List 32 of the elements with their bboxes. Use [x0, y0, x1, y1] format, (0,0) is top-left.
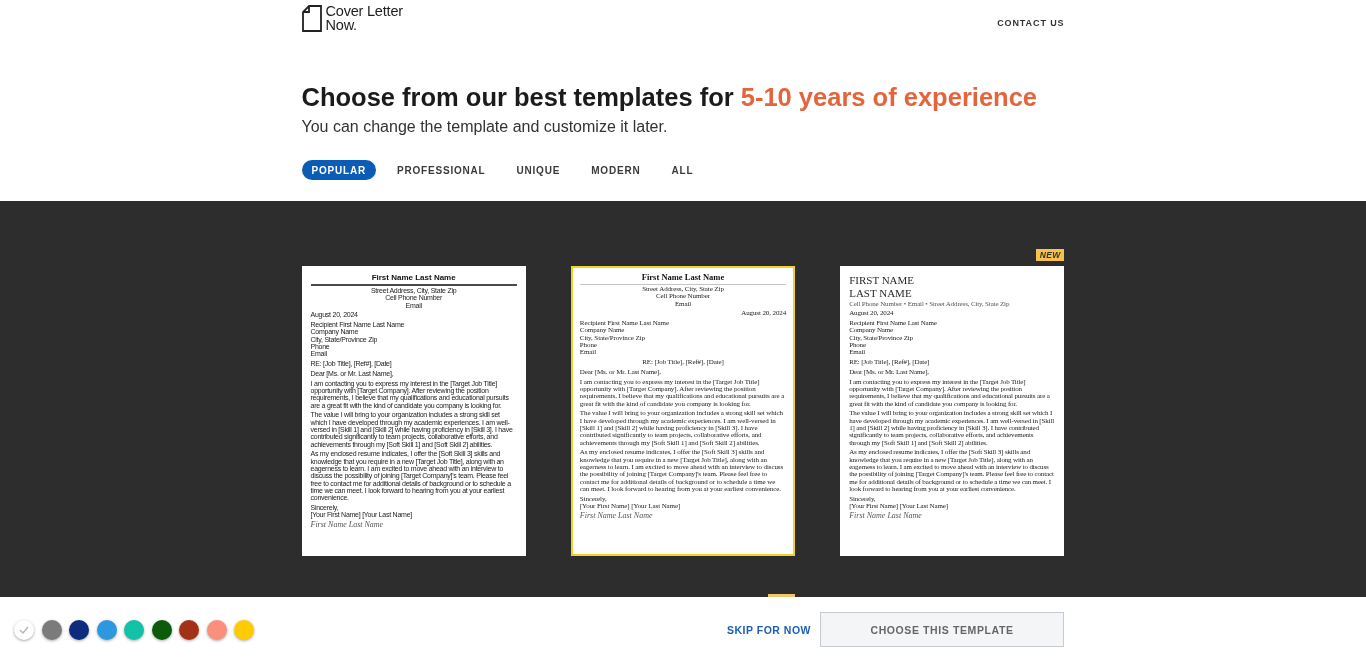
new-badge: NEW: [1035, 249, 1065, 261]
page-title: Choose from our best templates for 5-10 years of experience: [301, 82, 1038, 112]
color-swatch[interactable]: [69, 619, 89, 640]
category-tab[interactable]: POPULAR: [301, 160, 376, 180]
color-swatch[interactable]: [179, 619, 199, 640]
color-swatch[interactable]: [206, 619, 227, 640]
choose-template-button[interactable]: CHOOSE THIS TEMPLATE: [820, 612, 1064, 647]
slide-indicator: [768, 594, 796, 597]
letter-name: First Name Last Name: [640, 273, 726, 283]
category-tab[interactable]: UNIQUE: [506, 160, 571, 180]
skip-link[interactable]: SKIP FOR NOW: [727, 623, 811, 636]
template-card[interactable]: [570, 266, 796, 556]
contact-link[interactable]: CONTACT US: [997, 18, 1065, 28]
logo-link[interactable]: Cover Letter Now.: [301, 5, 403, 32]
color-swatch[interactable]: [124, 619, 144, 640]
color-swatch[interactable]: [151, 619, 172, 640]
document-icon: [301, 5, 322, 32]
check-icon: [19, 625, 29, 634]
category-tab[interactable]: ALL: [661, 160, 704, 180]
color-swatch[interactable]: [96, 619, 117, 640]
category-tab[interactable]: MODERN: [581, 160, 651, 180]
letter-name: FIRST NAME: [849, 274, 916, 287]
letter-signature: First Name Last Name: [310, 519, 384, 529]
letter-name: LAST NAME: [849, 286, 913, 299]
category-tab[interactable]: PROFESSIONAL: [387, 160, 496, 180]
color-swatch[interactable]: [14, 619, 34, 640]
letter-name: First Name Last Name: [370, 273, 457, 282]
color-swatch[interactable]: [234, 619, 254, 640]
color-swatch[interactable]: [41, 619, 62, 640]
letter-signature: First Name Last Name: [849, 511, 922, 521]
page-subtitle: You can change the template and customize it later.: [301, 117, 669, 137]
letter-signature: First Name Last Name: [579, 511, 653, 521]
